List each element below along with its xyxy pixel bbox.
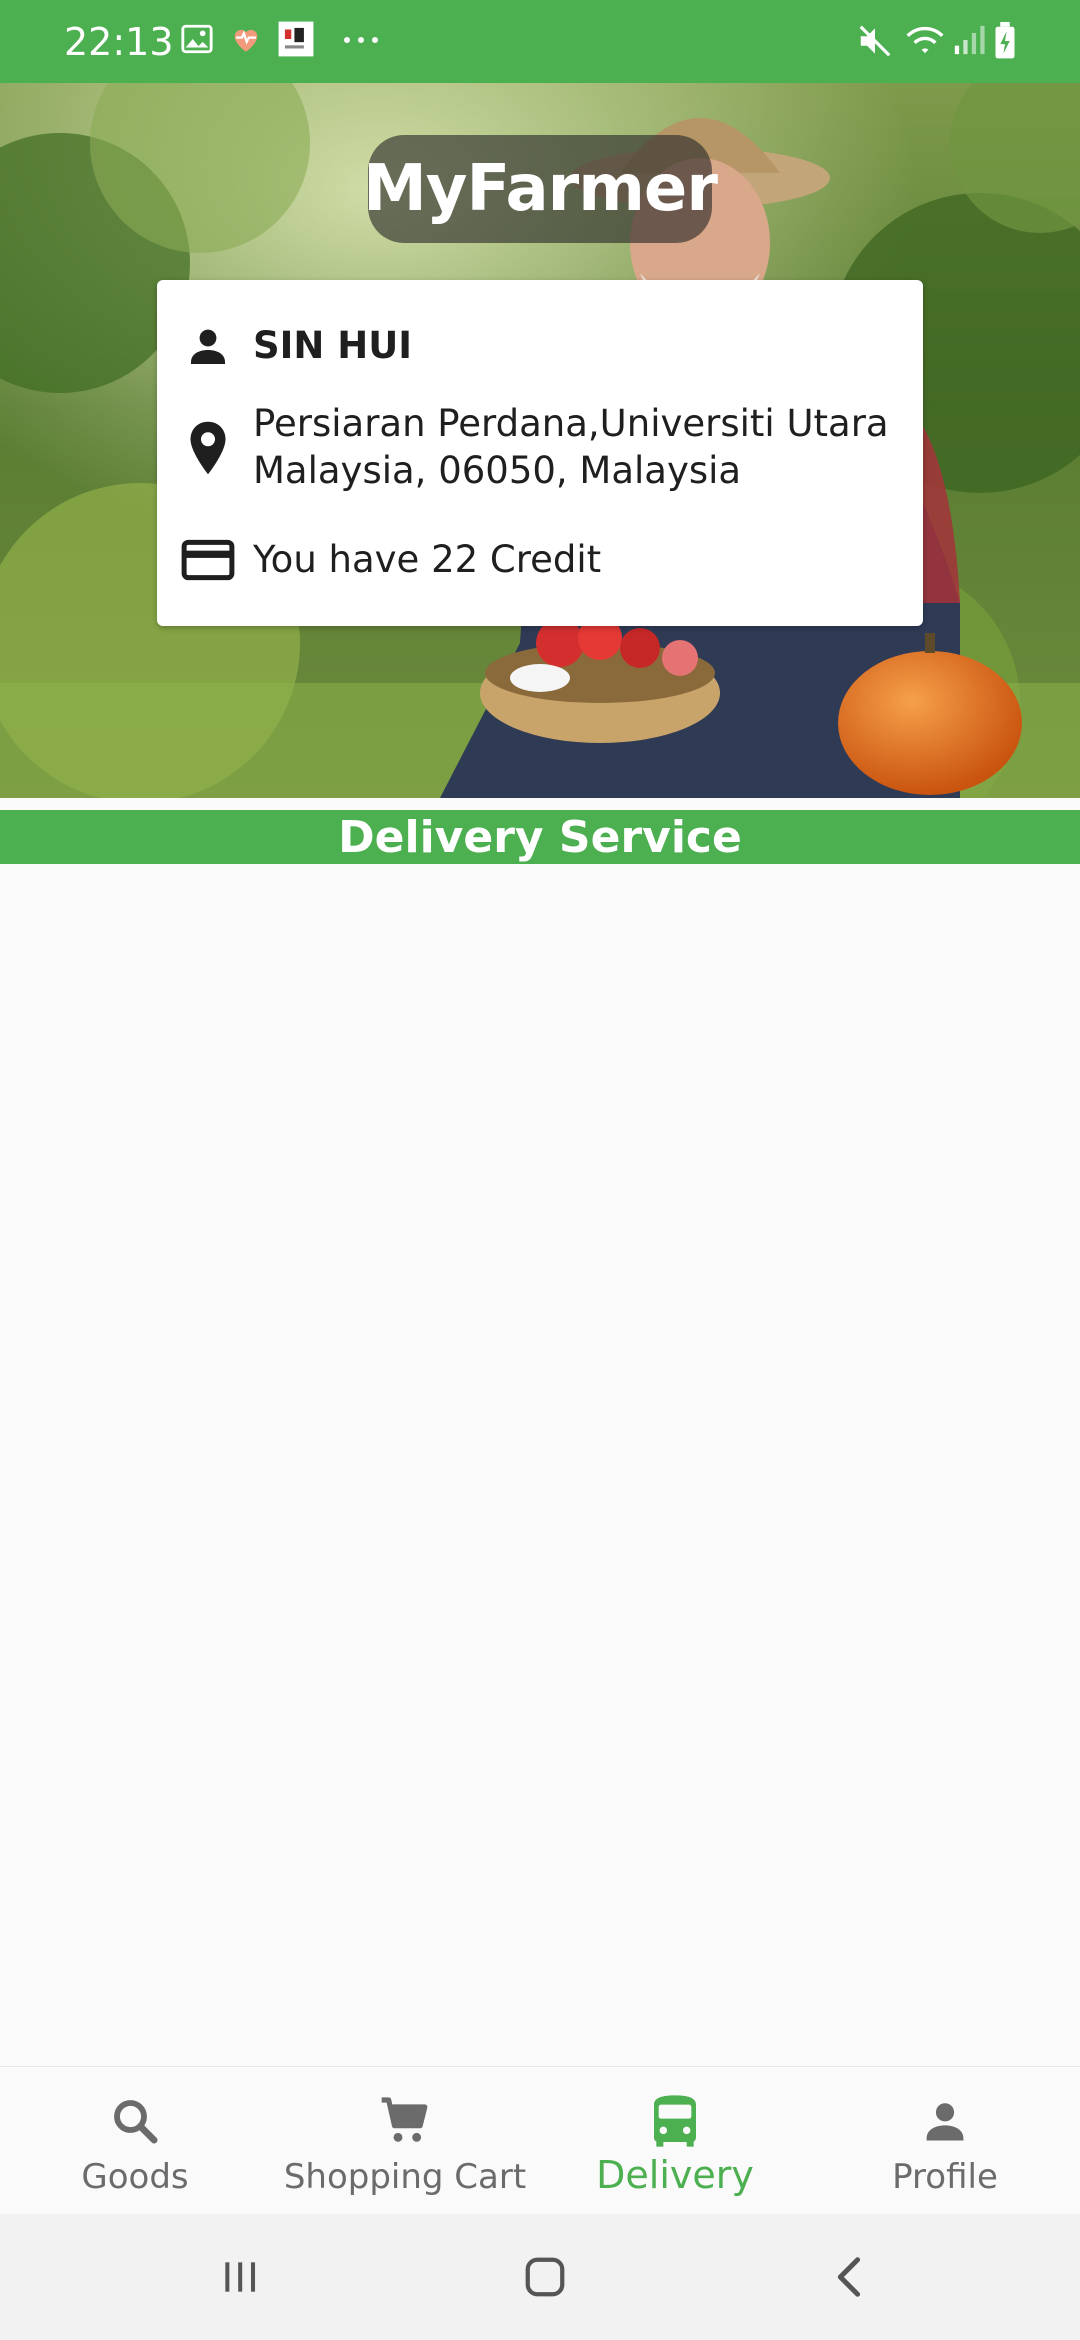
- signal-icon: [952, 22, 986, 62]
- profile-address-row: Persiaran Perdana,Universiti Utara Malay…: [175, 400, 893, 494]
- back-button[interactable]: [808, 2214, 888, 2340]
- wifi-icon: [904, 22, 946, 64]
- home-button[interactable]: [500, 2214, 590, 2340]
- nav-label-delivery: Delivery: [596, 2153, 754, 2197]
- credit-card-icon: [175, 530, 241, 590]
- system-navigation-bar: [0, 2214, 1080, 2340]
- profile-card: SIN HUI Persiaran Perdana,Universiti Uta…: [157, 280, 923, 626]
- home-icon: [525, 2257, 565, 2297]
- nav-label-shopping-cart: Shopping Cart: [283, 2157, 527, 2197]
- nav-item-delivery[interactable]: Delivery: [540, 2067, 810, 2215]
- battery-icon: [993, 22, 1017, 64]
- header-banner: MyFarmer SIN HUI Persiaran Perdana,Unive…: [0, 83, 1080, 798]
- app-title: MyFarmer: [363, 152, 718, 226]
- bus-icon: [649, 2091, 701, 2151]
- search-icon: [108, 2091, 162, 2151]
- person-icon: [175, 316, 241, 376]
- person-icon: [919, 2091, 971, 2151]
- location-pin-icon: [175, 418, 241, 478]
- back-icon: [837, 2257, 861, 2297]
- recent-apps-button[interactable]: [200, 2214, 280, 2340]
- cart-icon: [377, 2091, 433, 2151]
- gallery-icon: [180, 22, 214, 60]
- nav-item-profile[interactable]: Profile: [810, 2067, 1080, 2215]
- profile-address: Persiaran Perdana,Universiti Utara Malay…: [253, 402, 889, 492]
- profile-name: SIN HUI: [253, 324, 413, 367]
- mute-icon: [856, 22, 894, 64]
- profile-name-row: SIN HUI: [175, 316, 412, 376]
- profile-credit: You have 22 Credit: [253, 538, 602, 581]
- delivery-content-area: [0, 864, 1080, 2066]
- app-thumbnail-icon: [277, 20, 315, 62]
- status-time: 22:13: [64, 20, 174, 64]
- nav-label-goods: Goods: [81, 2157, 189, 2197]
- more-notifications-icon: [341, 30, 381, 54]
- profile-credit-row: You have 22 Credit: [175, 530, 601, 590]
- nav-item-shopping-cart[interactable]: Shopping Cart: [270, 2067, 540, 2215]
- nav-label-profile: Profile: [892, 2157, 998, 2197]
- recent-apps-icon: [225, 2262, 256, 2292]
- section-title: Delivery Service: [338, 811, 742, 863]
- health-icon: [229, 22, 263, 60]
- section-header: Delivery Service: [0, 810, 1080, 864]
- app-title-badge: MyFarmer: [363, 135, 718, 243]
- bottom-navigation: Goods Shopping Cart Delivery Profile: [0, 2066, 1080, 2215]
- status-bar: 22:13: [0, 0, 1080, 83]
- nav-item-goods[interactable]: Goods: [0, 2067, 270, 2215]
